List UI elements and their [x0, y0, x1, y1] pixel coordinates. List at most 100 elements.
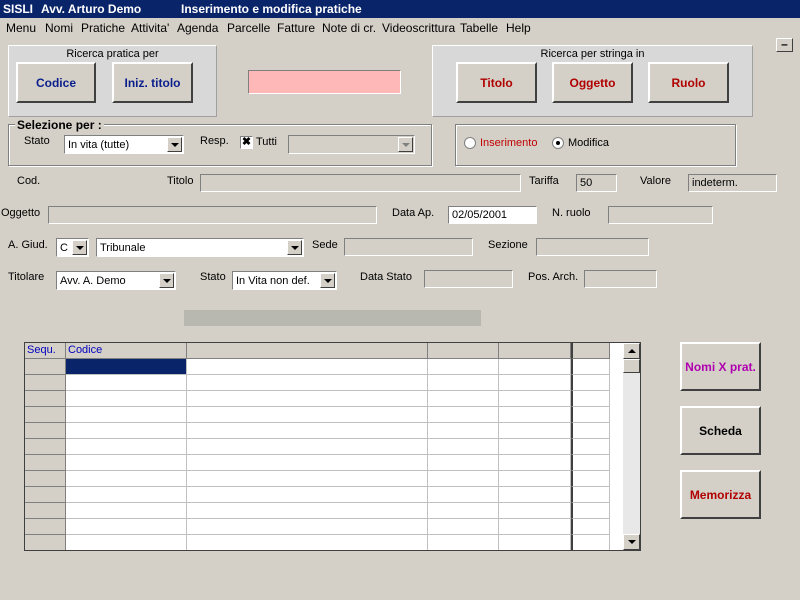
table-cell[interactable]	[187, 487, 428, 503]
row-header-cell[interactable]	[25, 487, 66, 503]
table-cell[interactable]	[571, 375, 610, 391]
a-giud-code-select[interactable]: C	[56, 238, 89, 257]
table-row[interactable]	[25, 503, 640, 519]
table-row[interactable]	[25, 455, 640, 471]
table-cell[interactable]	[499, 519, 571, 535]
table-row[interactable]	[25, 439, 640, 455]
table-cell[interactable]	[428, 391, 499, 407]
table-cell[interactable]	[428, 487, 499, 503]
grid-scrollbar[interactable]	[623, 343, 640, 550]
table-cell[interactable]	[428, 439, 499, 455]
sezione-field[interactable]	[536, 238, 649, 256]
pratiche-grid[interactable]: Sequ. Codice	[24, 342, 641, 551]
table-cell[interactable]	[571, 391, 610, 407]
grid-header-col5[interactable]	[499, 343, 571, 359]
chevron-down-icon[interactable]	[167, 137, 182, 152]
iniz-titolo-button[interactable]: Iniz. titolo	[112, 62, 193, 103]
grid-header-col4[interactable]	[428, 343, 499, 359]
menu-item-pratiche[interactable]: Pratiche	[81, 21, 125, 35]
row-header-cell[interactable]	[25, 391, 66, 407]
table-cell[interactable]	[499, 535, 571, 550]
scroll-down-icon[interactable]	[623, 534, 640, 550]
table-cell[interactable]	[187, 439, 428, 455]
search-input[interactable]	[248, 70, 401, 94]
menu-item-attivita[interactable]: Attivita'	[131, 21, 169, 35]
titolo-search-button[interactable]: Titolo	[456, 62, 537, 103]
table-cell[interactable]	[187, 359, 428, 375]
table-cell[interactable]	[187, 423, 428, 439]
tutti-checkbox[interactable]: ✖	[240, 136, 253, 149]
pos-arch-field[interactable]	[584, 270, 657, 288]
table-cell[interactable]	[187, 519, 428, 535]
table-row[interactable]	[25, 423, 640, 439]
chevron-down-icon[interactable]	[72, 240, 87, 255]
table-cell[interactable]	[66, 439, 187, 455]
table-cell[interactable]	[187, 391, 428, 407]
table-cell[interactable]	[66, 503, 187, 519]
scheda-button[interactable]: Scheda	[680, 406, 761, 455]
grid-header-codice[interactable]: Codice	[66, 343, 187, 359]
table-cell[interactable]	[499, 391, 571, 407]
table-cell[interactable]	[571, 455, 610, 471]
table-cell[interactable]	[499, 359, 571, 375]
stato-select[interactable]: In Vita non def.	[232, 271, 337, 290]
menu-item-videoscrittura[interactable]: Videoscrittura	[382, 21, 455, 35]
inserimento-radio[interactable]	[464, 137, 476, 149]
menu-item-fatture[interactable]: Fatture	[277, 21, 315, 35]
titolare-select[interactable]: Avv. A. Demo	[56, 271, 176, 290]
table-cell[interactable]	[187, 375, 428, 391]
table-cell[interactable]	[66, 375, 187, 391]
row-header-cell[interactable]	[25, 471, 66, 487]
chevron-down-icon[interactable]	[398, 137, 413, 152]
menu-item-tabelle[interactable]: Tabelle	[460, 21, 498, 35]
row-header-cell[interactable]	[25, 503, 66, 519]
table-cell[interactable]	[66, 359, 187, 375]
table-row[interactable]	[25, 391, 640, 407]
table-cell[interactable]	[499, 503, 571, 519]
menu-item-agenda[interactable]: Agenda	[177, 21, 218, 35]
grid-header-col6[interactable]	[571, 343, 610, 359]
table-cell[interactable]	[499, 423, 571, 439]
chevron-down-icon[interactable]	[287, 240, 302, 255]
menu-item-nomi[interactable]: Nomi	[45, 21, 73, 35]
table-cell[interactable]	[571, 407, 610, 423]
menu-item-parcelle[interactable]: Parcelle	[227, 21, 270, 35]
oggetto-field[interactable]	[48, 206, 377, 224]
table-cell[interactable]	[66, 391, 187, 407]
table-cell[interactable]	[571, 487, 610, 503]
table-cell[interactable]	[187, 535, 428, 550]
nomi-x-pratica-button[interactable]: Nomi X prat.	[680, 342, 761, 391]
table-row[interactable]	[25, 519, 640, 535]
scroll-thumb[interactable]	[623, 359, 640, 373]
table-row[interactable]	[25, 407, 640, 423]
table-cell[interactable]	[571, 439, 610, 455]
table-cell[interactable]	[66, 455, 187, 471]
memorizza-button[interactable]: Memorizza	[680, 470, 761, 519]
table-cell[interactable]	[428, 359, 499, 375]
row-header-cell[interactable]	[25, 375, 66, 391]
table-cell[interactable]	[428, 375, 499, 391]
menu-item-help[interactable]: Help	[506, 21, 531, 35]
table-cell[interactable]	[499, 407, 571, 423]
titolo-field[interactable]	[200, 174, 521, 192]
sede-field[interactable]	[344, 238, 473, 256]
table-cell[interactable]	[428, 407, 499, 423]
data-ap-field[interactable]: 02/05/2001	[448, 206, 537, 224]
grid-header-sequ[interactable]: Sequ.	[25, 343, 66, 359]
a-giud-select[interactable]: Tribunale	[96, 238, 304, 257]
table-cell[interactable]	[66, 407, 187, 423]
chevron-down-icon[interactable]	[320, 273, 335, 288]
row-header-cell[interactable]	[25, 423, 66, 439]
codice-button[interactable]: Codice	[16, 62, 96, 103]
minimize-button[interactable]: –	[776, 38, 793, 52]
valore-field[interactable]: indeterm.	[688, 174, 777, 192]
table-cell[interactable]	[428, 423, 499, 439]
row-header-cell[interactable]	[25, 455, 66, 471]
table-cell[interactable]	[499, 471, 571, 487]
tariffa-field[interactable]: 50	[576, 174, 617, 192]
table-cell[interactable]	[187, 471, 428, 487]
menu-item-note-di-credito[interactable]: Note di cr.	[322, 21, 376, 35]
table-row[interactable]	[25, 359, 640, 375]
table-cell[interactable]	[571, 535, 610, 550]
n-ruolo-field[interactable]	[608, 206, 713, 224]
